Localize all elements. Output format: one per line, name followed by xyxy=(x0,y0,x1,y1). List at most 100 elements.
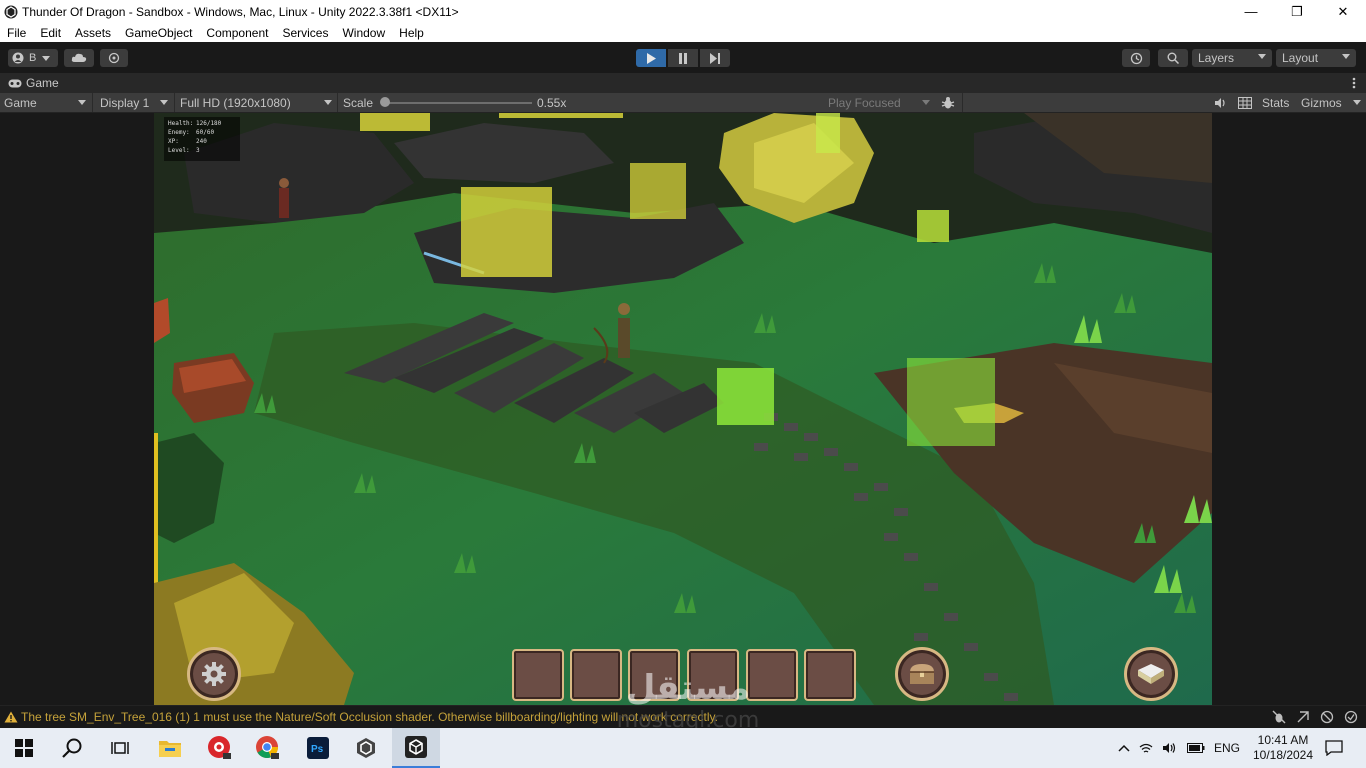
play-focused-label: Play Focused xyxy=(828,95,901,110)
unity-editor-button[interactable] xyxy=(392,728,440,768)
display-label: Display 1 xyxy=(100,95,150,110)
inventory-slot[interactable] xyxy=(804,649,856,701)
warning-icon xyxy=(4,711,18,723)
layout-dropdown[interactable]: Layout xyxy=(1276,49,1356,67)
account-dropdown[interactable]: B xyxy=(8,49,58,67)
bug-icon xyxy=(941,96,955,108)
collab-button[interactable] xyxy=(100,49,128,67)
scale-slider-thumb[interactable] xyxy=(380,97,390,107)
view-mode-dropdown[interactable]: Game xyxy=(4,93,90,112)
gear-icon xyxy=(202,662,226,686)
chevron-down-icon xyxy=(1342,54,1350,59)
menu-bar: File Edit Assets GameObject Component Se… xyxy=(0,23,1366,42)
photoshop-button[interactable]: Ps xyxy=(294,728,342,768)
search-button[interactable] xyxy=(1158,49,1188,67)
network-icon[interactable] xyxy=(1139,742,1153,754)
close-button[interactable]: ✕ xyxy=(1320,0,1366,23)
chrome-icon xyxy=(256,736,279,759)
checkmark-circle-icon[interactable] xyxy=(1344,710,1358,724)
gizmos-dropdown[interactable]: Gizmos xyxy=(1301,93,1363,112)
menu-services[interactable]: Services xyxy=(275,26,335,40)
inventory-slot[interactable] xyxy=(512,649,564,701)
start-button[interactable] xyxy=(0,728,48,768)
grid-button[interactable] xyxy=(1236,93,1254,112)
resolution-dropdown[interactable]: Full HD (1920x1080) xyxy=(180,93,334,112)
mute-audio-button[interactable] xyxy=(1212,93,1228,112)
scale-slider-track[interactable] xyxy=(384,102,532,104)
task-view-button[interactable] xyxy=(96,728,144,768)
unity-hub-button[interactable] xyxy=(342,728,390,768)
menu-assets[interactable]: Assets xyxy=(68,26,118,40)
main-toolbar: B Layers Layout xyxy=(0,43,1366,73)
play-icon xyxy=(647,52,656,64)
battery-icon[interactable] xyxy=(1187,742,1205,754)
resolution-label: Full HD (1920x1080) xyxy=(180,95,291,110)
game-render[interactable]: Health: 126/180 Enemy: 60/60 XP: 240 Level:… xyxy=(154,113,1212,705)
quest-book-button[interactable] xyxy=(1124,647,1178,701)
inventory-slot[interactable] xyxy=(570,649,622,701)
stats-button[interactable]: Stats xyxy=(1262,93,1289,112)
divider xyxy=(962,93,963,112)
scale-value: 0.55x xyxy=(537,95,567,110)
play-button[interactable] xyxy=(636,49,666,67)
auto-refresh-icon[interactable] xyxy=(1296,710,1310,724)
clock[interactable]: 10:41 AM 10/18/2024 xyxy=(1248,728,1318,768)
input-language[interactable]: ENG xyxy=(1214,741,1240,755)
search-icon xyxy=(62,738,82,758)
minimize-button[interactable]: — xyxy=(1228,0,1274,23)
chevron-down-icon xyxy=(1258,54,1266,59)
cloud-button[interactable] xyxy=(64,49,94,67)
history-button[interactable] xyxy=(1122,49,1150,67)
taskbar-search-button[interactable] xyxy=(48,728,96,768)
menu-component[interactable]: Component xyxy=(199,26,275,40)
inventory-slot[interactable] xyxy=(687,649,739,701)
menu-file[interactable]: File xyxy=(0,26,33,40)
chevron-down-icon xyxy=(42,55,51,61)
step-button[interactable] xyxy=(700,49,730,67)
title-bar: Thunder Of Dragon - Sandbox - Windows, M… xyxy=(0,0,1366,23)
search-icon xyxy=(1167,52,1179,64)
notifications-button[interactable] xyxy=(1324,728,1344,768)
menu-gameobject[interactable]: GameObject xyxy=(118,26,199,40)
step-icon xyxy=(710,52,720,64)
chrome-button[interactable] xyxy=(244,728,292,768)
no-entry-icon[interactable] xyxy=(1320,710,1334,724)
bug-button[interactable] xyxy=(938,93,958,112)
inventory-slot[interactable] xyxy=(628,649,680,701)
more-options-icon[interactable] xyxy=(1352,77,1356,89)
layout-label: Layout xyxy=(1282,51,1319,65)
display-dropdown[interactable]: Display 1 xyxy=(100,93,172,112)
game-settings-button[interactable] xyxy=(187,647,241,701)
layers-dropdown[interactable]: Layers xyxy=(1192,49,1272,67)
gamepad-icon xyxy=(8,79,22,87)
file-explorer-button[interactable] xyxy=(146,728,194,768)
maximize-button[interactable]: ❐ xyxy=(1274,0,1320,23)
play-focused-dropdown[interactable]: Play Focused xyxy=(828,93,932,112)
debug-off-icon[interactable] xyxy=(1272,710,1286,724)
console-status-bar[interactable]: The tree SM_Env_Tree_016 (1) 1 must use … xyxy=(0,705,1366,728)
game-view: Health: 126/180 Enemy: 60/60 XP: 240 Level:… xyxy=(0,113,1366,705)
scale-label: Scale xyxy=(343,95,374,110)
chevron-up-icon[interactable] xyxy=(1118,744,1130,752)
hud-row: Enemy: 60/60 xyxy=(168,129,215,136)
cloud-icon xyxy=(71,53,87,62)
grid-icon xyxy=(1238,96,1252,109)
hud-row: Health: 126/180 xyxy=(168,120,222,127)
pause-button[interactable] xyxy=(668,49,698,67)
divider xyxy=(92,93,93,112)
tab-game[interactable]: Game xyxy=(0,73,59,93)
photoshop-icon: Ps xyxy=(307,737,329,759)
unity-icon xyxy=(405,736,427,758)
chevron-down-icon xyxy=(324,100,332,105)
menu-edit[interactable]: Edit xyxy=(33,26,68,40)
inventory-slot[interactable] xyxy=(746,649,798,701)
chevron-down-icon xyxy=(78,100,86,105)
window-title: Thunder Of Dragon - Sandbox - Windows, M… xyxy=(22,4,459,19)
menu-help[interactable]: Help xyxy=(392,26,431,40)
speaker-icon xyxy=(1214,97,1225,108)
menu-window[interactable]: Window xyxy=(335,26,392,40)
tab-game-label: Game xyxy=(26,76,59,90)
inventory-chest-button[interactable] xyxy=(895,647,949,701)
volume-icon[interactable] xyxy=(1162,742,1178,754)
screen-recorder-button[interactable] xyxy=(196,728,244,768)
